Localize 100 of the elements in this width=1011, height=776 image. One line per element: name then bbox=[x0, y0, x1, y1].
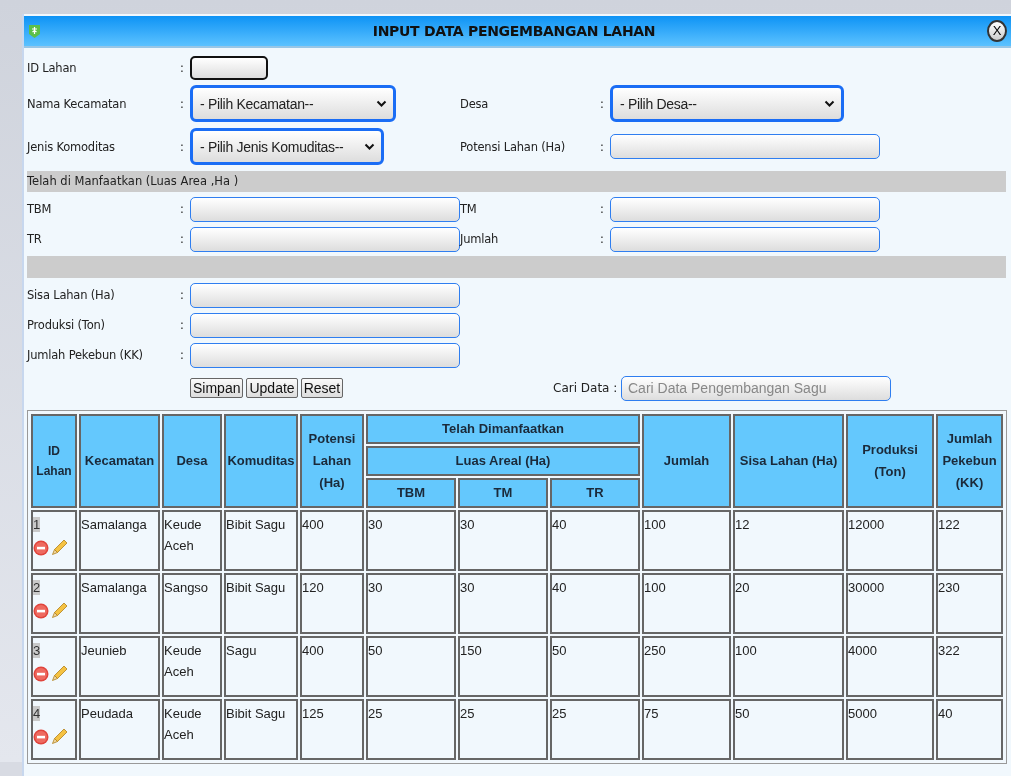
column-header: Potensi Lahan (Ha) bbox=[300, 414, 364, 508]
table-cell: 30 bbox=[458, 573, 548, 634]
field-label: Produksi (Ton) bbox=[27, 318, 106, 332]
table-cell: Samalanga bbox=[79, 573, 160, 634]
field-label: TM bbox=[460, 202, 478, 216]
colon: : bbox=[180, 61, 185, 75]
table-cell: Peudada bbox=[79, 699, 160, 760]
table-cell: 12 bbox=[733, 510, 844, 571]
input-field[interactable] bbox=[610, 134, 880, 159]
table-cell: 3 bbox=[33, 643, 41, 658]
table-cell: 25 bbox=[366, 699, 456, 760]
table-cell: 40 bbox=[936, 699, 1003, 760]
column-header: Telah Dimanfaatkan bbox=[366, 414, 640, 444]
column-header: Sisa Lahan (Ha) bbox=[733, 414, 844, 508]
dropdown[interactable]: - Pilih Jenis Komuditas-- bbox=[190, 128, 384, 165]
delete-icon bbox=[33, 539, 49, 556]
pencil-icon bbox=[51, 728, 68, 745]
chevron-icon bbox=[376, 99, 387, 108]
table-cell: 322 bbox=[936, 636, 1003, 697]
field-label: Jumlah bbox=[460, 232, 500, 246]
shield-icon bbox=[28, 23, 41, 39]
window-title: INPUT DATA PENGEMBANGAN LAHAN bbox=[371, 23, 657, 39]
colon: : bbox=[180, 318, 185, 332]
column-header: Luas Areal (Ha) bbox=[366, 446, 640, 476]
dropdown[interactable]: - Pilih Desa-- bbox=[610, 85, 844, 122]
input-field[interactable] bbox=[610, 226, 880, 252]
delete-icon bbox=[33, 602, 49, 619]
input-field[interactable] bbox=[190, 56, 268, 80]
colon: : bbox=[600, 139, 605, 154]
table-cell: 5000 bbox=[846, 699, 934, 760]
input-field[interactable] bbox=[190, 196, 460, 222]
table-cell: Samalanga bbox=[79, 510, 160, 571]
colon: : bbox=[600, 232, 605, 246]
table-cell: Bibit Sagu bbox=[224, 699, 298, 760]
colon: : bbox=[180, 348, 185, 362]
form-button[interactable]: Reset bbox=[300, 378, 344, 398]
table-cell: Bibit Sagu bbox=[224, 510, 298, 571]
table-cell: 100 bbox=[733, 636, 844, 697]
dropdown[interactable]: - Pilih Kecamatan-- bbox=[190, 85, 396, 122]
section-header: Telah di Manfaatkan (Luas Area ,Ha ) bbox=[27, 171, 1006, 192]
colon: : bbox=[180, 202, 185, 216]
form-button[interactable]: Simpan bbox=[190, 378, 244, 398]
table-cell: 30 bbox=[366, 573, 456, 634]
table-cell: Keude Aceh bbox=[162, 510, 222, 571]
table-cell: 230 bbox=[936, 573, 1003, 634]
table-cell: 150 bbox=[458, 636, 548, 697]
field-label: Nama Kecamatan bbox=[27, 96, 128, 111]
table-cell: 400 bbox=[300, 636, 364, 697]
table-cell: Keude Aceh bbox=[162, 699, 222, 760]
column-header: TBM bbox=[366, 478, 456, 508]
table-cell: 12000 bbox=[846, 510, 934, 571]
column-header: Jumlah Pekebun (KK) bbox=[936, 414, 1003, 508]
search-field[interactable]: Cari Data Pengembangan Sagu bbox=[621, 375, 891, 401]
close-button[interactable]: X bbox=[987, 20, 1007, 42]
field-label: TR bbox=[27, 232, 43, 246]
form-button[interactable]: Update bbox=[246, 378, 298, 398]
table-cell: 120 bbox=[300, 573, 364, 634]
input-field[interactable] bbox=[190, 226, 460, 252]
column-header: TR bbox=[550, 478, 640, 508]
colon: : bbox=[600, 96, 605, 111]
delete-icon bbox=[33, 728, 49, 745]
pencil-icon bbox=[51, 602, 68, 619]
table-cell: 122 bbox=[936, 510, 1003, 571]
colon: : bbox=[180, 96, 185, 111]
table-cell: 100 bbox=[642, 510, 731, 571]
field-label: ID Lahan bbox=[27, 61, 78, 75]
field-label: Jenis Komoditas bbox=[27, 139, 116, 154]
field-label: Potensi Lahan (Ha) bbox=[460, 139, 567, 154]
column-header: Produksi (Ton) bbox=[846, 414, 934, 508]
field-label: TBM bbox=[27, 202, 53, 216]
pencil-icon bbox=[51, 539, 68, 556]
delete-icon bbox=[33, 665, 49, 682]
table-cell: 1 bbox=[33, 517, 41, 532]
table-cell: 100 bbox=[642, 573, 731, 634]
table-cell: 20 bbox=[733, 573, 844, 634]
input-field[interactable] bbox=[610, 196, 880, 222]
table-cell: Sangso bbox=[162, 573, 222, 634]
table-cell: 50 bbox=[733, 699, 844, 760]
table-cell: Sagu bbox=[224, 636, 298, 697]
chevron-icon bbox=[824, 99, 835, 108]
table-cell: 30 bbox=[458, 510, 548, 571]
table-cell: 25 bbox=[458, 699, 548, 760]
table-cell: 40 bbox=[550, 573, 640, 634]
field-label: Jumlah Pekebun (KK) bbox=[27, 348, 144, 362]
table-cell: 75 bbox=[642, 699, 731, 760]
input-field[interactable] bbox=[190, 282, 460, 308]
table-cell: Jeunieb bbox=[79, 636, 160, 697]
table-cell: 2 bbox=[33, 580, 41, 595]
pencil-icon bbox=[51, 665, 68, 682]
column-header: TM bbox=[458, 478, 548, 508]
field-label: Desa bbox=[460, 96, 490, 111]
table-cell: 50 bbox=[366, 636, 456, 697]
table-cell: Keude Aceh bbox=[162, 636, 222, 697]
input-field[interactable] bbox=[190, 312, 460, 338]
colon: : bbox=[180, 139, 185, 154]
table-cell: 30000 bbox=[846, 573, 934, 634]
table-cell: 4000 bbox=[846, 636, 934, 697]
column-header: ID Lahan bbox=[31, 414, 77, 508]
table-cell: 40 bbox=[550, 510, 640, 571]
input-field[interactable] bbox=[190, 342, 460, 368]
